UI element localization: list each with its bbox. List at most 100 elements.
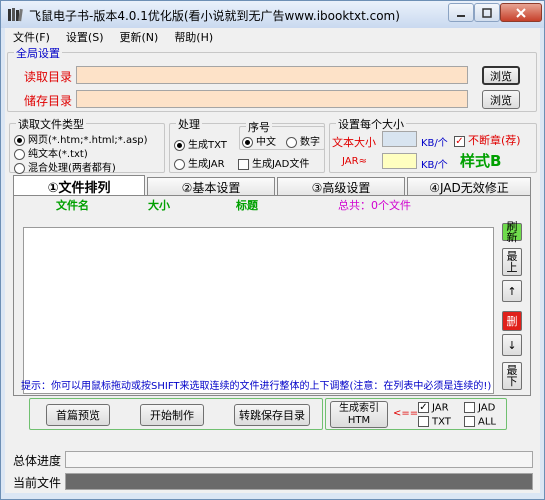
process-option-txt[interactable]: 生成TXT [174,136,227,151]
jar-size-label: JAR≈ [342,156,367,167]
process-option-label: 生成JAR [188,159,225,170]
sequence-option-chinese[interactable]: 中文 [242,133,276,148]
sequence-option-number[interactable]: 数字 [286,133,320,148]
actions-group: 首篇预览 开始制作 转跳保存目录 [29,398,323,430]
format-txt-label: TXT [432,416,451,428]
format-jad-checkbox[interactable]: JAD [464,402,495,414]
save-dir-label: 储存目录 [24,94,73,108]
format-jar-label: JAR [432,402,449,414]
save-dir-input[interactable] [76,90,468,108]
column-title[interactable]: 标题 [236,197,258,213]
text-size-input[interactable] [382,131,417,147]
checkmark-icon: ✓ [418,402,429,413]
start-button[interactable]: 开始制作 [140,404,204,426]
menu-settings[interactable]: 设置(S) [58,29,112,45]
window-title: 飞鼠电子书-版本4.0.1优化版(看小说就到无广告www.ibooktxt.co… [29,9,400,23]
minimize-icon [457,14,465,17]
gen-index-label: 生成索引 [339,402,379,414]
tab-strip: ①文件排列 ②基本设置 ③高级设置 ④JAD无效修正 [13,175,531,197]
total-files-count: 总共：0个文件 [338,199,411,212]
jad-file-checkbox[interactable]: 生成JAD文件 [238,155,309,170]
hint-text: 提示：你可以用鼠标拖动或按SHIFT来选取连续的文件进行整体的上下调整(注意：在… [21,381,492,392]
gen-index-button[interactable]: 生成索引 HTM [330,401,388,428]
menu-file[interactable]: 文件(F) [5,29,58,45]
current-file-label: 当前文件 [13,476,62,490]
file-type-group: 读取文件类型 网页(*.htm;*.html;*.asp) 纯文本(*.txt)… [9,116,165,174]
format-all-checkbox[interactable]: ALL [464,416,496,428]
goto-save-dir-button[interactable]: 转跳保存目录 [234,404,310,426]
close-button[interactable] [500,3,542,22]
no-break-label: 不断章(荐) [468,134,521,147]
column-filename[interactable]: 文件名 [56,197,89,213]
minimize-button[interactable] [448,3,474,22]
radio-icon [242,136,253,148]
jar-size-input[interactable] [382,153,417,169]
refresh-button[interactable]: 刷新 [502,221,522,243]
checkbox-icon [464,416,475,427]
format-jad-label: JAD [478,402,496,414]
delete-button[interactable]: 删 [502,311,522,331]
no-break-checkbox[interactable]: ✓ 不断章(荐) [454,132,521,148]
radio-icon [174,158,185,170]
sequence-option-label: 数字 [300,137,320,148]
close-icon [516,7,526,18]
format-txt-checkbox[interactable]: TXT [418,416,451,428]
sequence-group: 序号 中文 数字 [239,119,325,150]
move-down-button[interactable]: ↓ [502,334,522,356]
move-bottom-button[interactable]: 最下 [502,362,522,390]
file-type-option-web[interactable]: 网页(*.htm;*.html;*.asp) [14,131,148,146]
title-bar[interactable]: 飞鼠电子书-版本4.0.1优化版(看小说就到无广告www.ibooktxt.co… [1,1,544,28]
file-type-option-label: 混合处理(两者都有) [28,163,116,174]
read-dir-label: 读取目录 [24,70,73,84]
checkbox-icon [418,416,429,427]
jar-size-unit: KB/个 [421,160,448,171]
process-option-label: 生成TXT [188,140,227,151]
menu-help[interactable]: 帮助(H) [166,29,221,45]
app-books-icon [8,8,23,22]
total-progress-label: 总体进度 [13,454,62,468]
size-group: 设置每个大小 文本大小 KB/个 ✓ 不断章(荐) JAR≈ KB/个 样式B [329,116,537,173]
format-jar-checkbox[interactable]: ✓ JAR [418,402,449,414]
save-dir-browse-button[interactable]: 浏览 [482,90,520,109]
tab-advanced-settings[interactable]: ③高级设置 [277,177,405,196]
client-area: 全局设置 读取目录 浏览 储存目录 浏览 读取文件类型 网页(*.htm;*.h… [5,45,540,493]
tab-basic-settings[interactable]: ②基本设置 [147,177,275,196]
gen-index-format: HTM [347,414,371,426]
file-type-option-mixed[interactable]: 混合处理(两者都有) [14,159,116,174]
global-settings-legend: 全局设置 [14,45,62,61]
jad-file-label: 生成JAD文件 [252,159,310,170]
main-window: 飞鼠电子书-版本4.0.1优化版(看小说就到无广告www.ibooktxt.co… [0,0,545,500]
maximize-icon [482,7,492,18]
current-file-progress-bar [65,473,533,490]
format-group: 生成索引 HTM <== ✓ JAR JAD TXT ALL [325,398,507,430]
arrow-indicator: <== [393,408,419,419]
size-legend: 设置每个大小 [336,116,406,132]
move-top-button[interactable]: 最上 [502,248,522,276]
file-type-option-text[interactable]: 纯文本(*.txt) [14,145,88,160]
file-list[interactable] [23,227,494,394]
radio-icon [286,136,297,148]
process-legend: 处理 [176,116,202,132]
text-size-label: 文本大小 [332,136,376,149]
checkbox-icon [464,402,475,413]
column-size[interactable]: 大小 [148,197,170,213]
read-dir-input[interactable] [76,66,468,84]
file-type-legend: 读取文件类型 [16,116,86,132]
move-up-button[interactable]: ↑ [502,280,522,302]
maximize-button[interactable] [474,3,500,22]
radio-icon [174,139,185,151]
checkmark-icon: ✓ [454,135,465,147]
total-progress-bar [65,451,533,468]
preview-button[interactable]: 首篇预览 [46,404,110,426]
text-size-unit: KB/个 [421,138,448,149]
menu-update[interactable]: 更新(N) [112,29,167,45]
radio-icon [14,162,25,174]
read-dir-browse-button[interactable]: 浏览 [482,66,520,85]
tab-jad-fix[interactable]: ④JAD无效修正 [407,177,531,196]
menu-bar: 文件(F) 设置(S) 更新(N) 帮助(H) [5,28,540,46]
tab-file-order[interactable]: ①文件排列 [13,175,145,197]
process-option-jar[interactable]: 生成JAR [174,155,225,170]
radio-icon [14,148,25,160]
style-label[interactable]: 样式B [460,150,501,171]
checkbox-icon [238,158,249,170]
